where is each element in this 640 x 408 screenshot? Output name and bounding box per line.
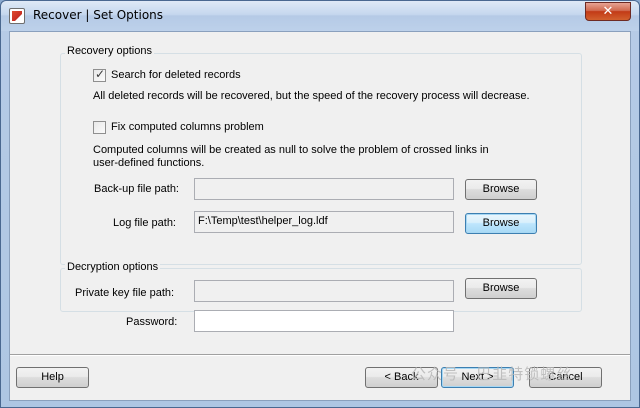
recovery-options-label: Recovery options	[65, 45, 154, 57]
private-key-label: Private key file path:	[75, 287, 175, 299]
dialog-window: Recover | Set Options ✕ Recovery options…	[0, 0, 640, 408]
private-key-browse-button[interactable]: Browse	[465, 278, 537, 299]
backup-path-field[interactable]	[194, 178, 454, 200]
fix-computed-checkbox[interactable]	[93, 121, 106, 134]
backup-path-label: Back-up file path:	[94, 183, 179, 195]
footer-separator	[10, 354, 630, 356]
close-button[interactable]: ✕	[585, 2, 631, 21]
decryption-options-label: Decryption options	[65, 261, 161, 273]
title-bar[interactable]: Recover | Set Options ✕	[1, 1, 639, 31]
search-deleted-description: All deleted records will be recovered, b…	[93, 90, 530, 102]
search-deleted-checkbox[interactable]: ✓	[93, 67, 106, 82]
log-path-label: Log file path:	[113, 217, 176, 229]
password-label: Password:	[126, 316, 178, 328]
app-logo-icon	[9, 8, 25, 24]
private-key-field[interactable]	[194, 280, 454, 302]
log-browse-button[interactable]: Browse	[465, 213, 537, 234]
help-button[interactable]: Help	[16, 367, 89, 388]
password-field[interactable]	[194, 310, 454, 332]
checkmark-icon: ✓	[95, 67, 106, 81]
backup-browse-button[interactable]: Browse	[465, 179, 537, 200]
client-area: Recovery options ✓ Search for deleted re…	[9, 31, 631, 401]
fix-computed-description: Computed columns will be created as null…	[93, 144, 489, 169]
watermark-text: 公众号 · 巴韭特锁螺丝	[411, 365, 573, 383]
fix-computed-label[interactable]: Fix computed columns problem	[111, 121, 264, 133]
log-path-field[interactable]: F:\Temp\test\helper_log.ldf	[194, 211, 454, 233]
search-deleted-label[interactable]: Search for deleted records	[111, 69, 241, 81]
window-title: Recover | Set Options	[33, 8, 164, 22]
